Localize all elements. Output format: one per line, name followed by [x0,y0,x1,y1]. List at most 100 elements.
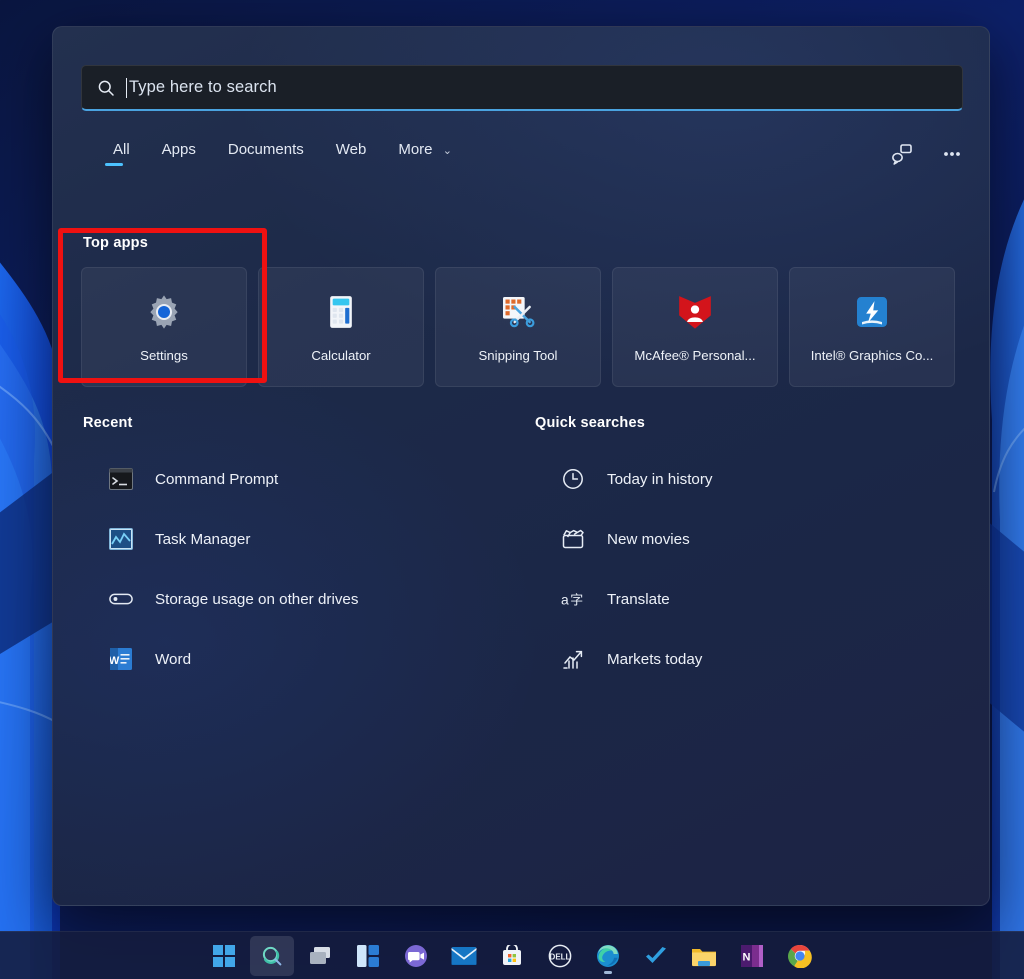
app-tile-calculator[interactable]: Calculator [258,267,424,387]
app-tile-label: McAfee® Personal... [634,348,755,363]
top-apps-grid: Settings Calculator [81,267,955,387]
tab-active-indicator [105,163,123,166]
filter-tabs: All Apps Documents Web More ⌄ [83,135,468,170]
clock-icon [561,467,585,491]
top-apps-heading: Top apps [83,235,148,251]
list-item-label: New movies [607,531,690,548]
list-item-label: Markets today [607,651,702,668]
app-tile-label: Settings [140,348,188,363]
taskbar-search-button[interactable] [250,936,294,976]
settings-gear-icon [144,292,184,332]
file-explorer-button[interactable] [682,936,726,976]
snipping-tool-icon [498,292,538,332]
word-icon: W [109,647,133,671]
svg-text:W: W [110,655,120,667]
quick-searches-heading: Quick searches [535,415,645,431]
app-tile-label: Snipping Tool [479,348,558,363]
more-options-button[interactable] [937,139,967,169]
quick-searches-list: Today in history New movies a 字 Transl [533,449,953,689]
list-item-task-manager[interactable]: Task Manager [81,509,501,569]
chrome-icon [788,944,812,968]
list-item-label: Command Prompt [155,471,278,488]
svg-text:a: a [561,592,569,608]
feedback-icon [890,142,914,166]
search-input[interactable]: Type here to search [81,65,963,111]
task-view-button[interactable] [298,936,342,976]
search-icon [260,944,284,968]
todo-check-icon [643,945,669,967]
chevron-down-icon: ⌄ [443,144,452,157]
taskbar: DELL N [0,931,1024,979]
list-item-label: Translate [607,591,670,608]
storage-drive-icon [109,587,133,611]
app-tile-settings[interactable]: Settings [81,267,247,387]
teams-chat-button[interactable] [394,936,438,976]
tab-all[interactable]: All [83,135,146,170]
list-item-translate[interactable]: a 字 Translate [533,569,953,629]
search-placeholder: Type here to search [129,78,277,97]
list-item-label: Word [155,651,191,668]
list-item-markets-today[interactable]: Markets today [533,629,953,689]
edge-icon [596,944,620,968]
tab-documents[interactable]: Documents [212,135,320,170]
tab-web[interactable]: Web [320,135,383,170]
list-item-storage-usage[interactable]: Storage usage on other drives [81,569,501,629]
search-panel: Type here to search All Apps Documents W… [52,26,990,906]
google-chrome-button[interactable] [778,936,822,976]
mail-button[interactable] [442,936,486,976]
list-item-new-movies[interactable]: New movies [533,509,953,569]
svg-text:DELL: DELL [550,952,571,961]
onenote-icon: N [741,944,763,968]
more-options-icon [941,143,963,165]
chat-icon [404,944,428,968]
text-cursor [126,78,127,98]
list-item-today-in-history[interactable]: Today in history [533,449,953,509]
app-tile-label: Intel® Graphics Co... [811,348,934,363]
microsoft-store-button[interactable] [490,936,534,976]
list-item-label: Storage usage on other drives [155,591,358,608]
microsoft-todo-button[interactable] [634,936,678,976]
app-tile-snipping-tool[interactable]: Snipping Tool [435,267,601,387]
header-actions [887,139,967,169]
feedback-button[interactable] [887,139,917,169]
microsoft-edge-button[interactable] [586,936,630,976]
task-view-icon [308,945,332,967]
list-item-word[interactable]: W Word [81,629,501,689]
tab-apps-label: Apps [162,141,196,158]
list-item-command-prompt[interactable]: Command Prompt [81,449,501,509]
command-prompt-icon [109,467,133,491]
store-icon [500,945,524,967]
svg-text:字: 字 [570,594,583,609]
mcafee-shield-icon [675,292,715,332]
tab-all-label: All [113,141,130,158]
widgets-icon [357,945,379,967]
list-item-label: Task Manager [155,531,250,548]
chart-trend-icon [561,647,585,671]
recent-list: Command Prompt Task Manager Storage usag… [81,449,501,689]
dell-icon: DELL [548,944,572,968]
tab-web-label: Web [336,141,367,158]
folder-icon [691,945,717,967]
tab-more-label: More [398,141,432,158]
search-icon [96,78,116,98]
start-button[interactable] [202,936,246,976]
app-tile-intel-graphics[interactable]: Intel® Graphics Co... [789,267,955,387]
intel-graphics-icon [852,292,892,332]
task-manager-icon [109,527,133,551]
app-tile-label: Calculator [311,348,370,363]
translate-icon: a 字 [561,587,585,611]
widgets-button[interactable] [346,936,390,976]
onenote-button[interactable]: N [730,936,774,976]
windows-logo-icon [213,945,235,967]
recent-heading: Recent [83,415,133,431]
tab-documents-label: Documents [228,141,304,158]
mail-icon [451,946,477,966]
running-indicator [604,971,612,974]
svg-text:N: N [743,951,751,963]
dell-button[interactable]: DELL [538,936,582,976]
tab-more[interactable]: More ⌄ [382,135,468,170]
clapperboard-icon [561,527,585,551]
tab-apps[interactable]: Apps [146,135,212,170]
calculator-icon [321,292,361,332]
app-tile-mcafee[interactable]: McAfee® Personal... [612,267,778,387]
